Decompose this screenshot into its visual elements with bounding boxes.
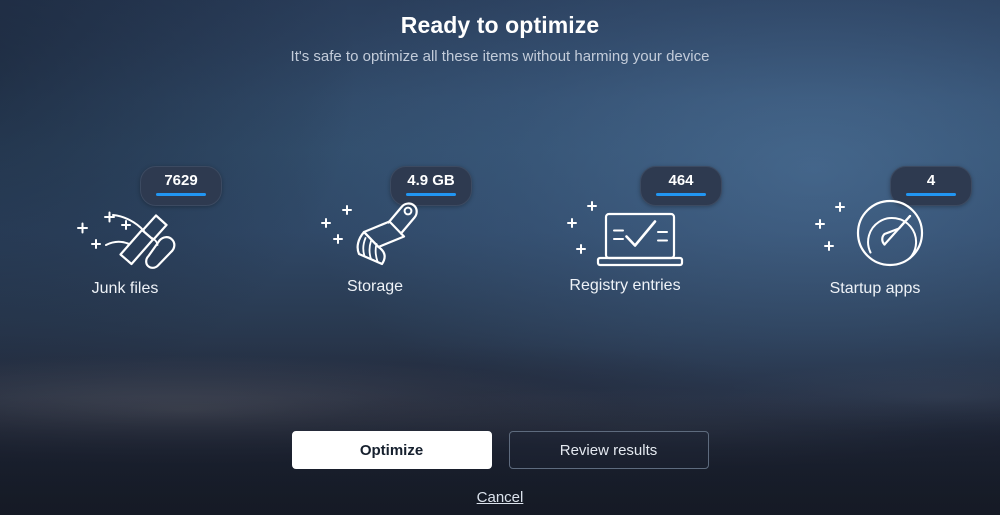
cancel-link[interactable]: Cancel	[477, 489, 524, 506]
page-subtitle: It's safe to optimize all these items wi…	[290, 48, 710, 65]
laptop-check-icon	[560, 192, 690, 274]
footer: Optimize Review results Cancel	[0, 431, 1000, 515]
junk-files-value: 7629	[164, 172, 198, 189]
stat-card-storage[interactable]: 4.9 GB Storage	[250, 150, 500, 315]
action-buttons: Optimize Review results	[0, 431, 1000, 469]
stat-card-registry-entries[interactable]: 464 Registry entries	[500, 150, 750, 315]
junk-files-label: Junk files	[91, 280, 159, 297]
speedometer-icon	[810, 192, 940, 274]
review-results-button[interactable]: Review results	[508, 431, 709, 469]
optimize-screen: Ready to optimize It's safe to optimize …	[0, 0, 1000, 515]
scan-results-summary: 7629 Junk files 4.9 GB Storage 464 Regis…	[0, 150, 1000, 315]
optimize-button[interactable]: Optimize	[291, 431, 492, 469]
storage-value: 4.9 GB	[407, 172, 455, 189]
header: Ready to optimize It's safe to optimize …	[0, 0, 1000, 65]
squeegee-icon	[60, 192, 190, 274]
page-title: Ready to optimize	[400, 12, 600, 38]
brush-icon	[310, 192, 440, 274]
registry-entries-label: Registry entries	[569, 277, 681, 294]
registry-entries-value: 464	[668, 172, 694, 189]
stat-card-junk-files[interactable]: 7629 Junk files	[0, 150, 250, 315]
storage-label: Storage	[346, 278, 404, 295]
startup-apps-label: Startup apps	[829, 280, 921, 297]
startup-apps-value: 4	[926, 172, 936, 189]
stat-card-startup-apps[interactable]: 4 Startup apps	[750, 150, 1000, 315]
cancel-row: Cancel	[0, 489, 1000, 507]
